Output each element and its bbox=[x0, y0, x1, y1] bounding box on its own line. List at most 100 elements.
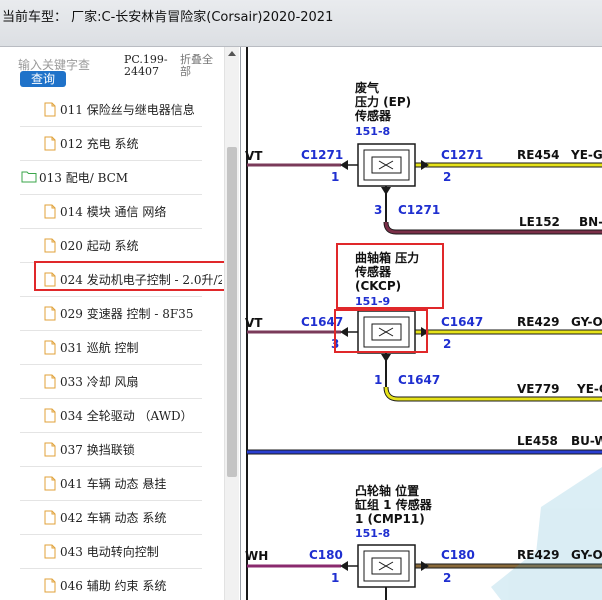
tree-item[interactable]: 024 发动机电子控制 - 2.0升/2 bbox=[0, 263, 222, 297]
sensor1-name-line3: 传感器 bbox=[354, 108, 392, 123]
tree-item-label: 011 保险丝与继电器信息 bbox=[60, 103, 195, 117]
document-icon bbox=[44, 102, 56, 120]
sensor2-wire2-color: YE-G bbox=[576, 382, 602, 396]
folder-icon bbox=[21, 170, 37, 186]
sensor1-wire1-color: YE-G bbox=[570, 148, 602, 162]
tree-item[interactable]: 041 车辆 动态 悬挂 bbox=[0, 467, 222, 501]
sensor3-left-pin: 1 bbox=[331, 571, 339, 585]
tree-item[interactable]: 031 巡航 控制 bbox=[0, 331, 222, 365]
document-icon bbox=[44, 238, 56, 256]
tree-item-label: 037 换挡联锁 bbox=[60, 443, 135, 457]
document-icon bbox=[44, 374, 56, 392]
sidebar-scrollbar[interactable] bbox=[224, 47, 239, 600]
document-icon bbox=[44, 510, 56, 528]
sensor3-right-connector: C180 bbox=[441, 548, 475, 562]
sensor3-code: 151-8 bbox=[355, 527, 390, 540]
document-icon bbox=[44, 136, 56, 154]
tree-item[interactable]: 037 换挡联锁 bbox=[0, 433, 222, 467]
sensor3-wire1-code: RE429 bbox=[517, 548, 560, 562]
document-icon bbox=[44, 272, 56, 290]
sensor1-bottom-pin: 3 bbox=[374, 203, 382, 217]
sensor1-right-pin: 2 bbox=[443, 170, 451, 184]
tree-item[interactable]: 020 起动 系统 bbox=[0, 229, 222, 263]
tree-item-label: 020 起动 系统 bbox=[60, 239, 139, 253]
sensor2-left-connector: C1647 bbox=[301, 315, 343, 329]
sensor3-name-line2: 缸组 1 传感器 bbox=[355, 497, 433, 512]
query-button[interactable]: 查询 bbox=[20, 71, 66, 87]
tree-item-label: 031 巡航 控制 bbox=[60, 341, 139, 355]
sensor3-left-connector: C180 bbox=[309, 548, 343, 562]
sensor2-bottom-connector: C1647 bbox=[398, 373, 440, 387]
tree-item-label: 046 辅助 约束 系统 bbox=[60, 579, 167, 593]
collapse-all-link[interactable]: 折叠全部 bbox=[180, 54, 222, 78]
wiring-diagram[interactable]: 废气 压力 (EP) 传感器 151-8 VT C1271 1 C1271 2 … bbox=[241, 47, 602, 600]
tree-item[interactable]: 042 车辆 动态 系统 bbox=[0, 501, 222, 535]
tree-item[interactable]: 033 冷却 风扇 bbox=[0, 365, 222, 399]
window-title-bar: 当前车型： 厂家:C-长安林肯冒险家(Corsair)2020-2021 bbox=[0, 0, 602, 47]
tree-item[interactable]: 014 模块 通信 网络 bbox=[0, 195, 222, 229]
sensor3-left-label: WH bbox=[245, 549, 268, 563]
sensor2-wire3-code: LE458 bbox=[517, 434, 558, 448]
document-icon bbox=[44, 306, 56, 324]
tree-item-label: 033 冷却 风扇 bbox=[60, 375, 139, 389]
watermark-graphic bbox=[491, 467, 602, 600]
tree-item[interactable]: 012 充电 系统 bbox=[0, 127, 222, 161]
sensor2-name-line1: 曲轴箱 压力 bbox=[355, 250, 419, 265]
sensor1-right-connector: C1271 bbox=[441, 148, 483, 162]
tree-item[interactable]: 043 电动转向控制 bbox=[0, 535, 222, 569]
search-bar: 查询 PC.199-24407 折叠全部 bbox=[0, 47, 224, 93]
document-icon bbox=[44, 408, 56, 426]
sensor2-name-line3: (CKCP) bbox=[355, 279, 401, 293]
sensor3-wire1-color: GY-O bbox=[571, 548, 602, 562]
tree-item[interactable]: 029 变速器 控制 - 8F35 bbox=[0, 297, 222, 331]
sensor2-bottom-pin: 1 bbox=[374, 373, 382, 387]
sensor2-right-pin: 2 bbox=[443, 337, 451, 351]
sensor2-code: 151-9 bbox=[355, 295, 390, 308]
document-icon bbox=[44, 544, 56, 562]
wiring-diagram-svg: 废气 压力 (EP) 传感器 151-8 VT C1271 1 C1271 2 … bbox=[245, 47, 602, 600]
sensor1-wire2-code: LE152 bbox=[519, 215, 560, 229]
tree-item-label: 029 变速器 控制 - 8F35 bbox=[60, 307, 194, 321]
tree-item-label: 014 模块 通信 网络 bbox=[60, 205, 167, 219]
sensor3-name-line3: 1 (CMP11) bbox=[355, 512, 425, 526]
sensor1-name-line1: 废气 bbox=[355, 80, 379, 95]
tree-item-label: 034 全轮驱动 （AWD） bbox=[60, 409, 193, 423]
sensor2-wire1-code: RE429 bbox=[517, 315, 560, 329]
sensor1-name-line2: 压力 (EP) bbox=[355, 94, 411, 109]
tree-item[interactable]: 046 辅助 约束 系统 bbox=[0, 569, 222, 600]
sensor1-bottom-connector: C1271 bbox=[398, 203, 440, 217]
document-icon bbox=[44, 340, 56, 358]
sensor1-code: 151-8 bbox=[355, 125, 390, 138]
sensor1-wire1-code: RE454 bbox=[517, 148, 560, 162]
sensor1-wire2-color: BN- bbox=[579, 215, 602, 229]
tree-item-label: 042 车辆 动态 系统 bbox=[60, 511, 167, 525]
sensor1-left-label: VT bbox=[245, 149, 263, 163]
tree-item-label: 012 充电 系统 bbox=[60, 137, 139, 151]
sensor2-right-connector: C1647 bbox=[441, 315, 483, 329]
pc-code-label: PC.199-24407 bbox=[124, 53, 168, 78]
tree-item-label: 013 配电/ BCM bbox=[39, 171, 129, 185]
document-tree: 011 保险丝与继电器信息 012 充电 系统 013 配电/ BCM 014 模块 … bbox=[0, 93, 222, 600]
tree-item[interactable]: 011 保险丝与继电器信息 bbox=[0, 93, 222, 127]
sensor2-name-line2: 传感器 bbox=[354, 264, 392, 279]
sensor1-bottom-wire bbox=[384, 221, 602, 234]
tree-item[interactable]: 034 全轮驱动 （AWD） bbox=[0, 399, 222, 433]
scroll-thumb[interactable] bbox=[227, 147, 237, 477]
scroll-up-arrow-icon[interactable] bbox=[228, 51, 236, 56]
sensor2-wire3-color: BU-W bbox=[571, 434, 602, 448]
sensor1-left-pin: 1 bbox=[331, 170, 339, 184]
document-icon bbox=[44, 442, 56, 460]
document-icon bbox=[44, 204, 56, 222]
tree-item[interactable]: 013 配电/ BCM bbox=[0, 161, 222, 195]
sidebar: 查询 PC.199-24407 折叠全部 011 保险丝与继电器信息 012 充电… bbox=[0, 47, 241, 600]
sensor3-name-line1: 凸轮轴 位置 bbox=[355, 483, 419, 498]
tree-item-label: 024 发动机电子控制 - 2.0升/2 bbox=[60, 273, 222, 287]
sensor3-right-pin: 2 bbox=[443, 571, 451, 585]
tree-item-label: 043 电动转向控制 bbox=[60, 545, 159, 559]
document-icon bbox=[44, 476, 56, 494]
sensor1-left-connector: C1271 bbox=[301, 148, 343, 162]
sensor2-wire1-color: GY-O bbox=[571, 315, 602, 329]
sensor2-left-label: VT bbox=[245, 316, 263, 330]
sensor2-left-pin: 3 bbox=[331, 337, 339, 351]
window-title: 当前车型： 厂家:C-长安林肯冒险家(Corsair)2020-2021 bbox=[2, 10, 334, 25]
